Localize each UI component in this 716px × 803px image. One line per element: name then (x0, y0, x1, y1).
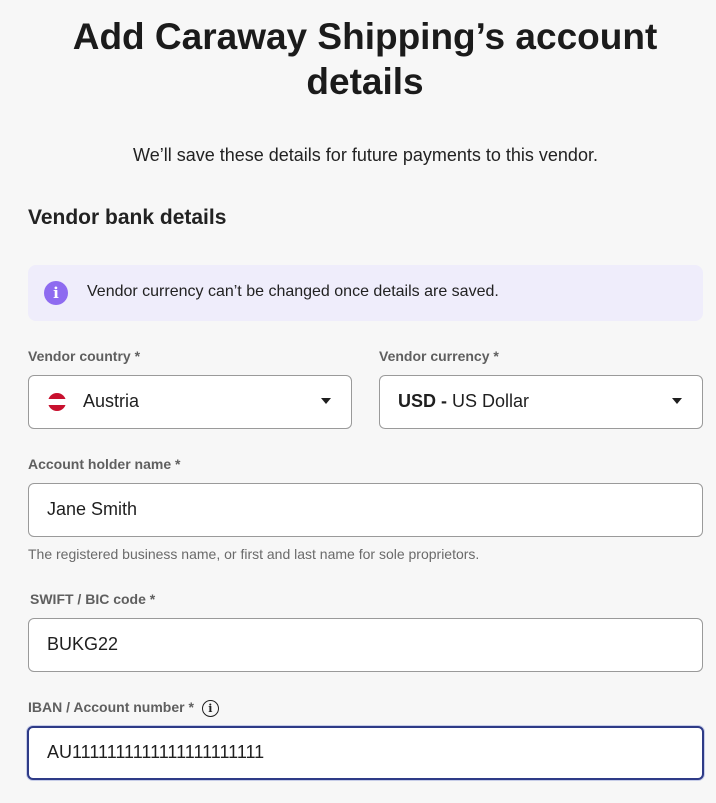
austria-flag-icon (48, 393, 66, 411)
vendor-country-select[interactable]: Austria (28, 375, 352, 429)
iban-value: AU1111111111111111111111 (47, 742, 265, 762)
vendor-currency-value: USD - US Dollar (398, 391, 529, 412)
chevron-down-icon (672, 398, 682, 404)
page: Add Caraway Shipping’s account details W… (0, 0, 716, 803)
vendor-currency-label: Vendor currency * (379, 348, 499, 364)
chevron-down-icon (321, 398, 331, 404)
vendor-currency-select[interactable]: USD - US Dollar (379, 375, 703, 429)
iban-label-text: IBAN / Account number * (28, 699, 194, 715)
currency-notice: i Vendor currency can’t be changed once … (28, 265, 703, 321)
section-title: Vendor bank details (28, 206, 227, 229)
vendor-country-label: Vendor country * (28, 348, 141, 364)
info-icon[interactable]: i (201, 699, 219, 717)
account-holder-label: Account holder name * (28, 456, 181, 472)
account-holder-value: Jane Smith (47, 499, 138, 519)
account-holder-input[interactable]: Jane Smith (28, 483, 703, 537)
currency-code: USD - (398, 391, 447, 411)
info-icon: i (44, 281, 68, 305)
page-title: Add Caraway Shipping’s account details (72, 16, 658, 102)
swift-value: BUKG22 (47, 634, 119, 654)
currency-name: US Dollar (452, 391, 530, 411)
iban-input[interactable]: AU1111111111111111111111 (27, 726, 704, 780)
iban-label: IBAN / Account number * i (28, 699, 219, 717)
page-subtitle: We’ll save these details for future paym… (133, 145, 598, 165)
notice-text: Vendor currency can’t be changed once de… (87, 283, 499, 300)
swift-input[interactable]: BUKG22 (28, 618, 703, 672)
swift-label: SWIFT / BIC code * (30, 591, 156, 607)
vendor-country-value: Austria (83, 391, 140, 411)
account-holder-helper: The registered business name, or first a… (28, 546, 480, 562)
